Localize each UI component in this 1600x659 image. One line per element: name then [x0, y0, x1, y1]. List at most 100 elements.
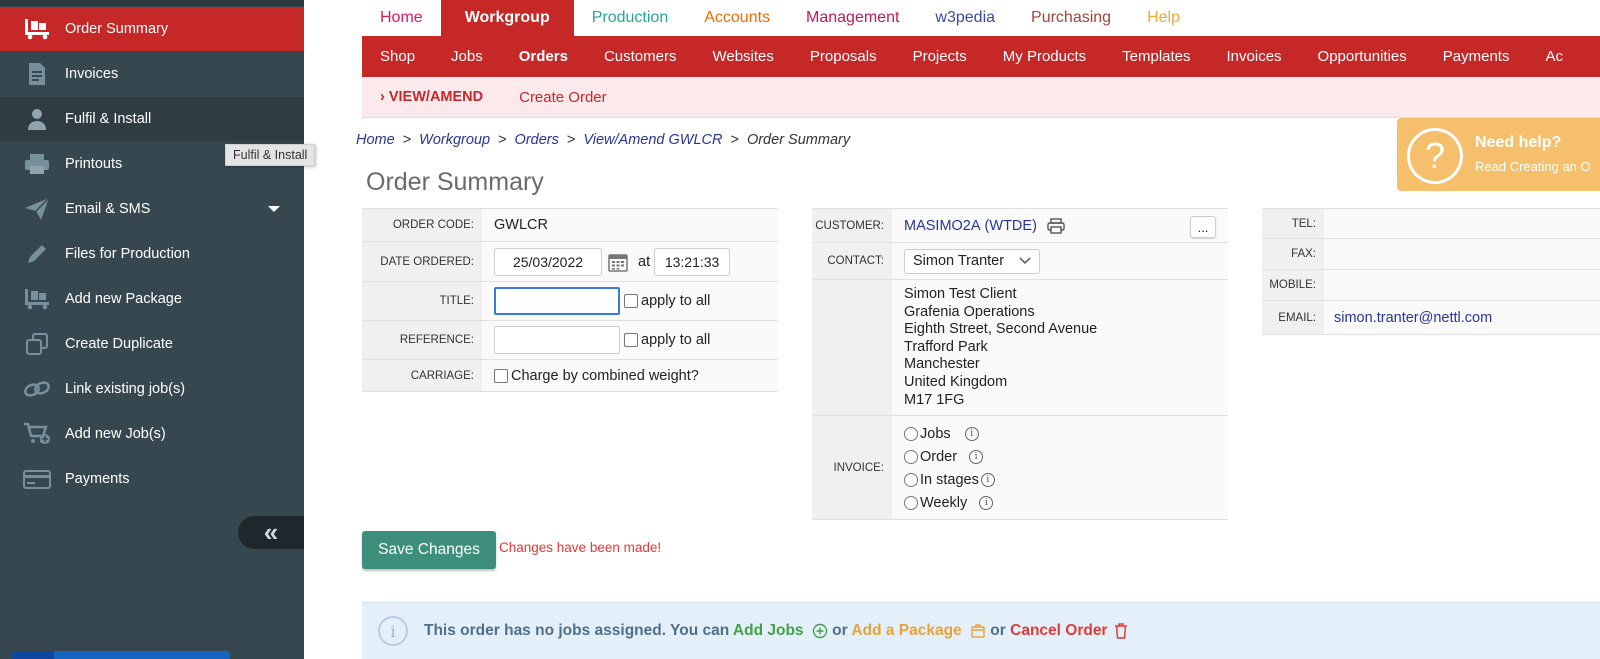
create-order-link[interactable]: Create Order: [501, 89, 625, 106]
sidebar-item-payments[interactable]: Payments: [0, 457, 304, 501]
subnav-orders[interactable]: Orders: [501, 48, 586, 65]
invoice-order-radio[interactable]: [904, 449, 918, 464]
order-code-label: ORDER CODE:: [362, 209, 482, 241]
address-label: [812, 280, 892, 415]
add-jobs-link[interactable]: Add Jobs: [733, 622, 804, 639]
help-subtitle: Read Creating an O: [1475, 159, 1591, 174]
date-ordered-label: DATE ORDERED:: [362, 242, 482, 281]
title-apply-to-all-checkbox[interactable]: [624, 294, 638, 308]
customer-more-button[interactable]: ...: [1190, 216, 1216, 238]
chevron-down-icon[interactable]: [268, 206, 280, 212]
sidebar-item-link-existing-jobs[interactable]: Link existing job(s): [0, 367, 304, 411]
cancel-order-link[interactable]: Cancel Order: [1010, 622, 1107, 639]
subnav-proposals[interactable]: Proposals: [792, 48, 895, 65]
customer-sub-link[interactable]: WTDE: [989, 218, 1032, 234]
subnav-projects[interactable]: Projects: [895, 48, 985, 65]
sidebar-item-invoices[interactable]: Invoices: [0, 52, 304, 96]
tab-production[interactable]: Production: [574, 0, 687, 36]
tab-purchasing[interactable]: Purchasing: [1013, 0, 1129, 36]
invoice-row: INVOICE: Jobs i Order i In stages i Weekly i: [812, 416, 1228, 520]
title-input[interactable]: [494, 287, 620, 315]
sidebar-collapse-button[interactable]: «: [238, 516, 304, 549]
mobile-row: MOBILE:: [1262, 270, 1600, 301]
subnav-my-products[interactable]: My Products: [985, 48, 1104, 65]
sidebar-item-email-sms[interactable]: Email & SMS: [0, 187, 304, 231]
tab-home[interactable]: Home: [362, 0, 441, 36]
breadcrumb-separator: >: [730, 132, 739, 148]
help-box[interactable]: ? Need help? Read Creating an O: [1397, 118, 1600, 191]
sidebar-item-fulfil-install[interactable]: Fulfil & Install: [0, 97, 304, 141]
charge-by-weight-label: Charge by combined weight?: [511, 367, 699, 384]
sidebar-item-order-summary[interactable]: Order Summary: [0, 7, 304, 51]
customer-link[interactable]: MASIMO2A: [904, 218, 981, 234]
add-package-link[interactable]: Add a Package: [851, 622, 961, 639]
subnav-customers[interactable]: Customers: [586, 48, 695, 65]
subnav-invoices[interactable]: Invoices: [1209, 48, 1300, 65]
tab-workgroup[interactable]: Workgroup: [440, 0, 574, 36]
credit-card-icon: [23, 467, 51, 491]
package-icon[interactable]: [970, 623, 986, 639]
reference-apply-to-all-checkbox[interactable]: [624, 333, 638, 347]
printer-icon[interactable]: [1047, 217, 1065, 234]
breadcrumb-separator: >: [566, 132, 576, 148]
calendar-icon[interactable]: [608, 252, 628, 272]
view-amend-link[interactable]: › VIEW/AMEND: [362, 89, 501, 105]
email-link[interactable]: simon.tranter@nettl.com: [1334, 310, 1492, 326]
info-icon[interactable]: i: [980, 472, 995, 487]
email-row: EMAIL: simon.tranter@nettl.com: [1262, 301, 1600, 335]
customer-value: MASIMO2A (WTDE) ...: [892, 209, 1228, 242]
sub-nav: Shop Jobs Orders Customers Websites Prop…: [362, 36, 1600, 77]
invoice-option-order[interactable]: Order i: [904, 445, 1228, 468]
sidebar-item-label: Payments: [65, 471, 130, 487]
invoice-in-stages-radio[interactable]: [904, 472, 918, 487]
tab-management[interactable]: Management: [788, 0, 917, 36]
subnav-payments[interactable]: Payments: [1425, 48, 1528, 65]
tab-help[interactable]: Help: [1129, 0, 1198, 36]
sidebar-item-add-new-package[interactable]: Add new Package: [0, 277, 304, 321]
subnav-accounts-truncated[interactable]: Ac: [1527, 48, 1581, 65]
subnav-opportunities[interactable]: Opportunities: [1300, 48, 1425, 65]
address-line: Trafford Park: [904, 338, 988, 355]
contact-select[interactable]: Simon Tranter: [904, 248, 1040, 274]
sidebar-item-files-for-production[interactable]: Files for Production: [0, 232, 304, 276]
fax-value: [1324, 239, 1600, 269]
sidebar-item-label: Files for Production: [65, 246, 190, 262]
subnav-templates[interactable]: Templates: [1104, 48, 1208, 65]
breadcrumb-orders[interactable]: Orders: [515, 132, 559, 148]
info-icon[interactable]: i: [979, 495, 994, 510]
tab-w3pedia[interactable]: w3pedia: [917, 0, 1013, 36]
invoice-option-in-stages[interactable]: In stages i: [904, 468, 1228, 491]
time-ordered-input[interactable]: [654, 247, 731, 276]
info-icon[interactable]: i: [964, 426, 979, 441]
invoice-option-jobs[interactable]: Jobs i: [904, 422, 1228, 445]
date-ordered-input[interactable]: [494, 247, 602, 276]
subnav-websites[interactable]: Websites: [694, 48, 791, 65]
breadcrumb: Home > Workgroup > Orders > View/Amend GWLCR > O…: [356, 132, 850, 148]
breadcrumb-workgroup[interactable]: Workgroup: [419, 132, 490, 148]
tab-accounts[interactable]: Accounts: [686, 0, 788, 36]
sidebar-item-create-duplicate[interactable]: Create Duplicate: [0, 322, 304, 366]
breadcrumb-view-amend[interactable]: View/Amend GWLCR: [583, 132, 722, 148]
reference-input[interactable]: [494, 326, 620, 354]
fax-label: FAX:: [1262, 239, 1324, 269]
sidebar-item-label: Order Summary: [65, 21, 169, 37]
subnav-shop[interactable]: Shop: [362, 48, 433, 65]
trash-icon[interactable]: [1114, 623, 1128, 639]
breadcrumb-home[interactable]: Home: [356, 132, 395, 148]
paper-plane-icon: [23, 197, 51, 221]
invoice-option-weekly[interactable]: Weekly i: [904, 491, 1228, 514]
sidebar: Order Summary Invoices Fulfil & Install …: [0, 0, 304, 659]
info-icon[interactable]: i: [969, 449, 984, 464]
charge-by-weight-checkbox[interactable]: [494, 368, 508, 383]
sidebar-item-add-new-jobs[interactable]: Add new Job(s): [0, 412, 304, 456]
contact-selected: Simon Tranter: [913, 253, 1005, 269]
save-changes-button[interactable]: Save Changes: [362, 531, 496, 569]
subnav-jobs[interactable]: Jobs: [433, 48, 501, 65]
add-circle-icon[interactable]: [812, 623, 828, 639]
invoice-label: INVOICE:: [812, 416, 892, 519]
sidebar-item-label: Add new Job(s): [65, 426, 166, 442]
question-icon: ?: [1407, 128, 1463, 184]
address-block: Simon Test Client Grafenia Operations Ei…: [892, 280, 1228, 415]
invoice-jobs-radio[interactable]: [904, 426, 918, 441]
invoice-weekly-radio[interactable]: [904, 495, 918, 510]
